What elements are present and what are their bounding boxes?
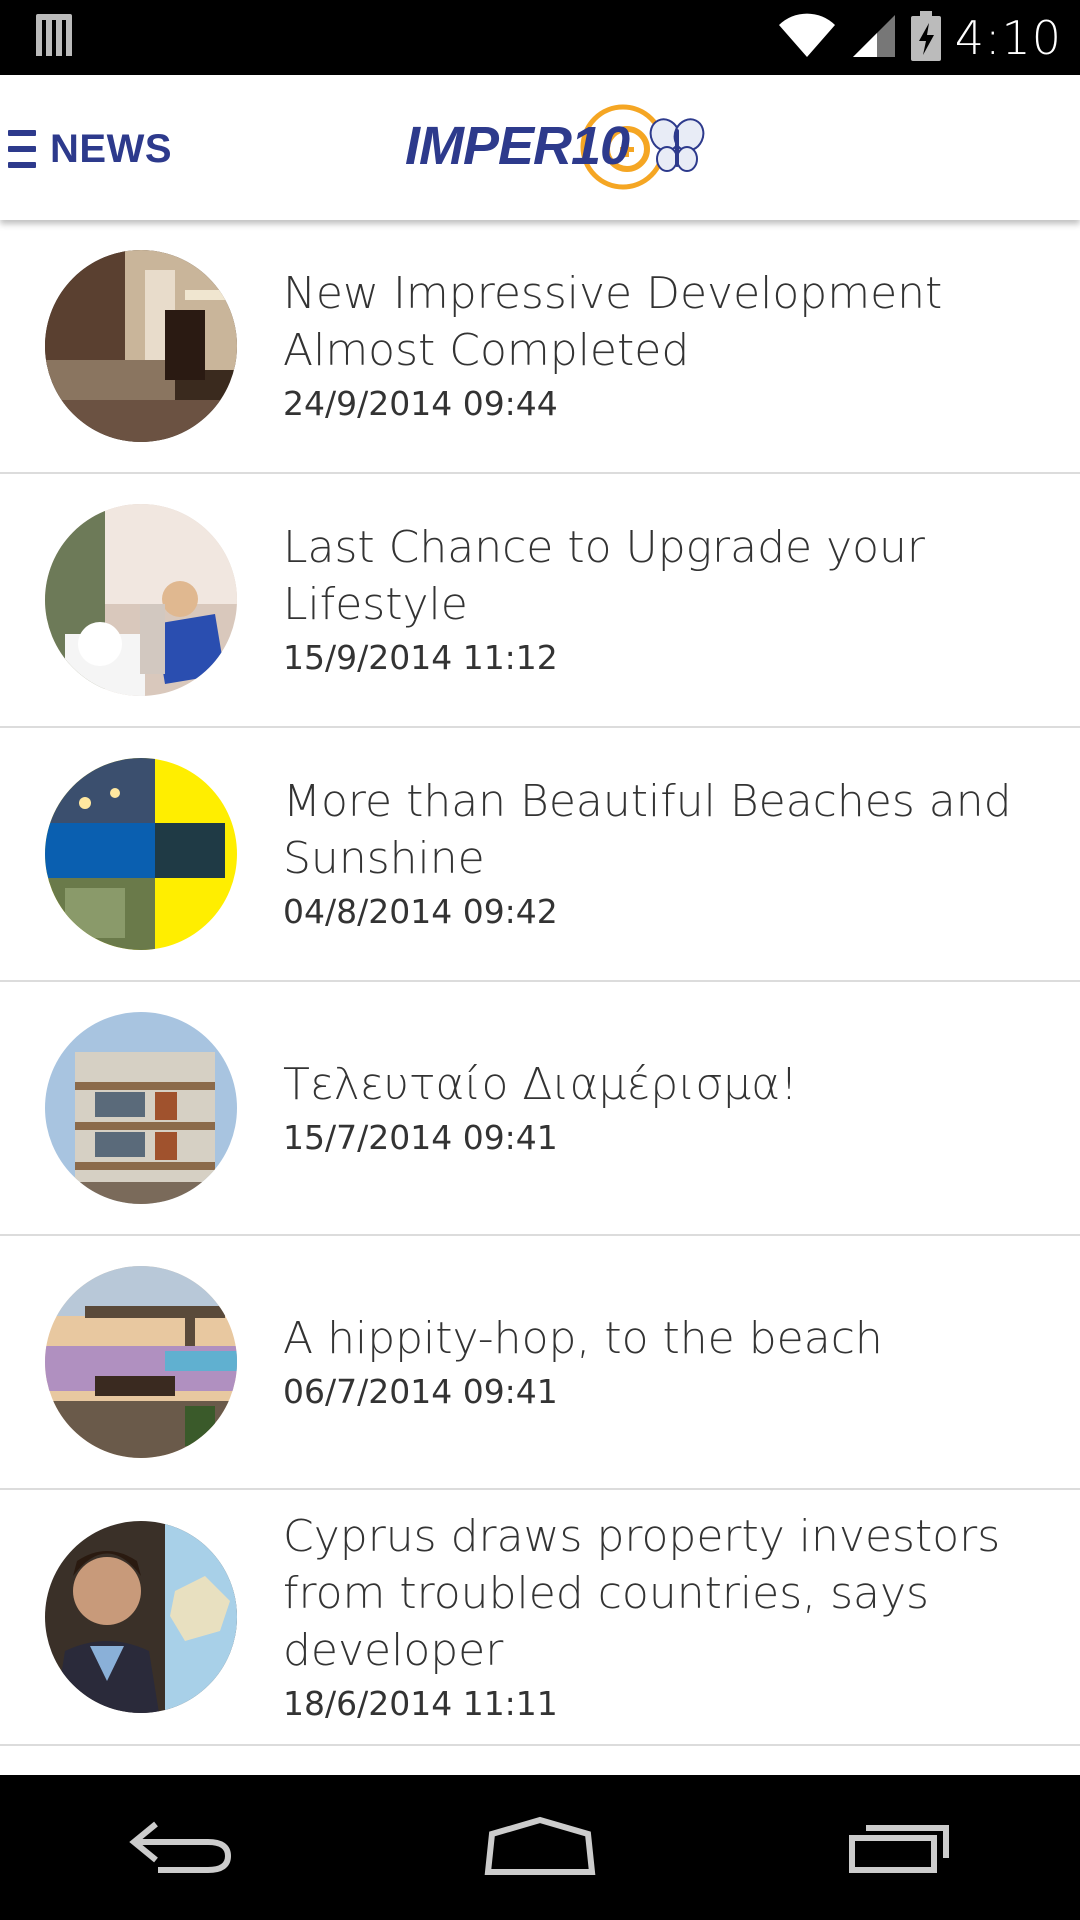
clock: 4:10: [954, 10, 1062, 65]
news-title: A hippity-hop, to the beach: [283, 1312, 883, 1364]
news-thumbnail: [45, 758, 237, 950]
wifi-icon: [777, 13, 837, 63]
back-button[interactable]: [120, 1808, 240, 1888]
logo-text: IMPER10: [405, 116, 630, 176]
status-bar: 4:10: [0, 0, 1080, 75]
news-title: Last Chance to Upgrade your Lifestyle: [283, 522, 926, 630]
news-date: 15/7/2014 09:41: [283, 1117, 558, 1157]
news-date: 18/6/2014 11:11: [283, 1683, 558, 1723]
home-button[interactable]: [480, 1808, 600, 1888]
news-menu-button[interactable]: NEWS: [8, 123, 172, 175]
news-thumbnail: [45, 1521, 237, 1713]
news-title: New Impressive Development Almost Comple…: [283, 268, 943, 376]
news-item[interactable]: A hippity-hop, to the beach 06/7/2014 09…: [0, 1236, 1080, 1490]
news-thumbnail: [45, 1012, 237, 1204]
news-list[interactable]: New Impressive Development Almost Comple…: [0, 220, 1080, 1775]
battery-charging-icon: [910, 10, 941, 65]
news-date: 04/8/2014 09:42: [283, 892, 558, 931]
news-item[interactable]: Last Chance to Upgrade your Lifestyle 15…: [0, 474, 1080, 728]
app-bar: NEWS IMPER10: [0, 75, 1080, 220]
news-item[interactable]: Cyprus draws property investors from tro…: [0, 1490, 1080, 1746]
hamburger-icon: [8, 130, 36, 168]
imper10-logo: IMPER10: [405, 95, 725, 200]
news-title: Cyprus draws property investors from tro…: [283, 1510, 1001, 1676]
news-date: 15/9/2014 11:12: [283, 638, 558, 677]
cell-signal-icon: [851, 13, 897, 63]
home-icon: [484, 1816, 596, 1880]
notification-bars-icon: [36, 13, 74, 62]
butterfly-icon: [649, 118, 705, 172]
back-icon: [128, 1818, 232, 1878]
news-date: 06/7/2014 09:41: [283, 1371, 558, 1411]
news-thumbnail: [45, 1266, 237, 1458]
news-item[interactable]: Τελευταίο Διαμέρισμα! 15/7/2014 09:41: [0, 982, 1080, 1236]
recent-apps-button[interactable]: [840, 1808, 960, 1888]
news-thumbnail: [45, 250, 237, 442]
news-item[interactable]: New Impressive Development Almost Comple…: [0, 220, 1080, 474]
news-date: 24/9/2014 09:44: [283, 384, 558, 423]
menu-label: NEWS: [50, 126, 172, 171]
news-item[interactable]: More than Beautiful Beaches and Sunshine…: [0, 728, 1080, 982]
news-title: More than Beautiful Beaches and Sunshine: [283, 776, 1012, 884]
navigation-bar: [0, 1775, 1080, 1920]
news-title: Τελευταίο Διαμέρισμα!: [283, 1058, 798, 1110]
recent-apps-icon: [848, 1818, 952, 1878]
news-thumbnail: [45, 504, 237, 696]
